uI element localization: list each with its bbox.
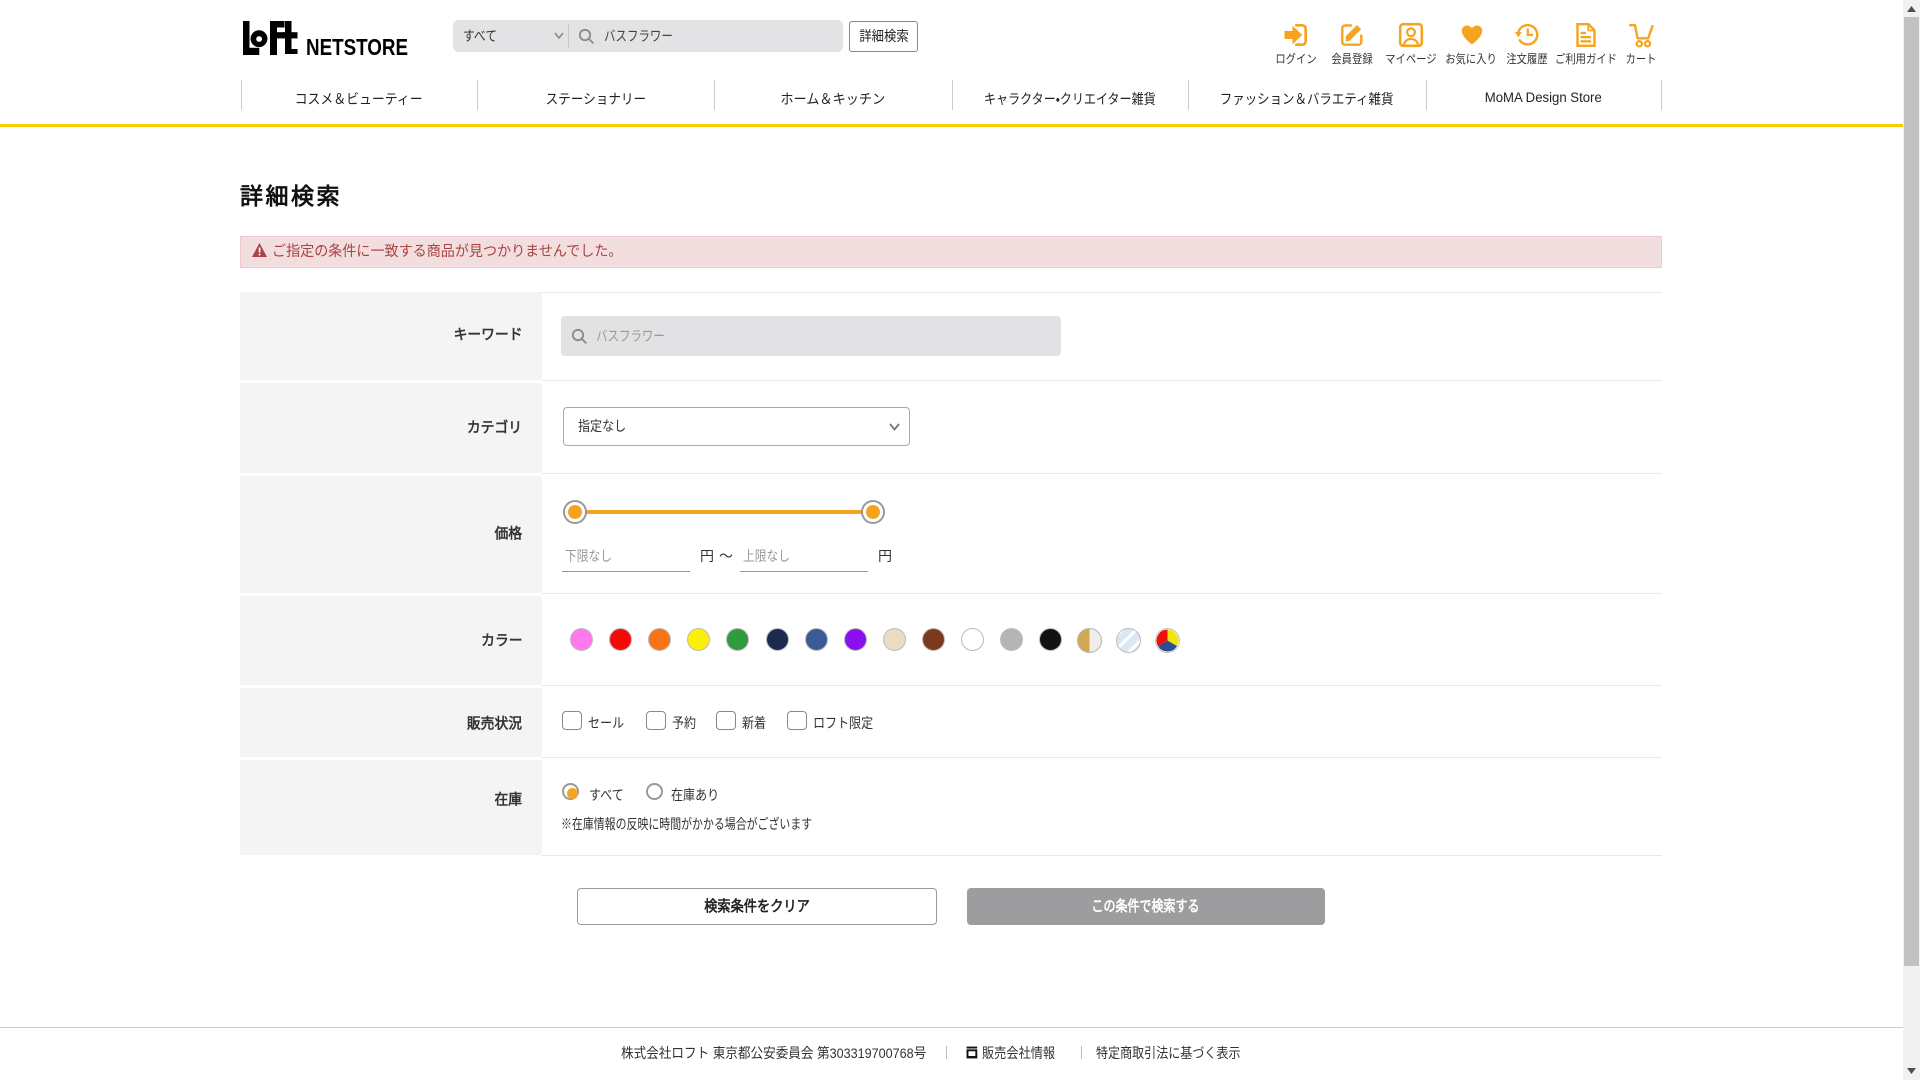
- svg-text:NETSTORE: NETSTORE: [306, 34, 408, 55]
